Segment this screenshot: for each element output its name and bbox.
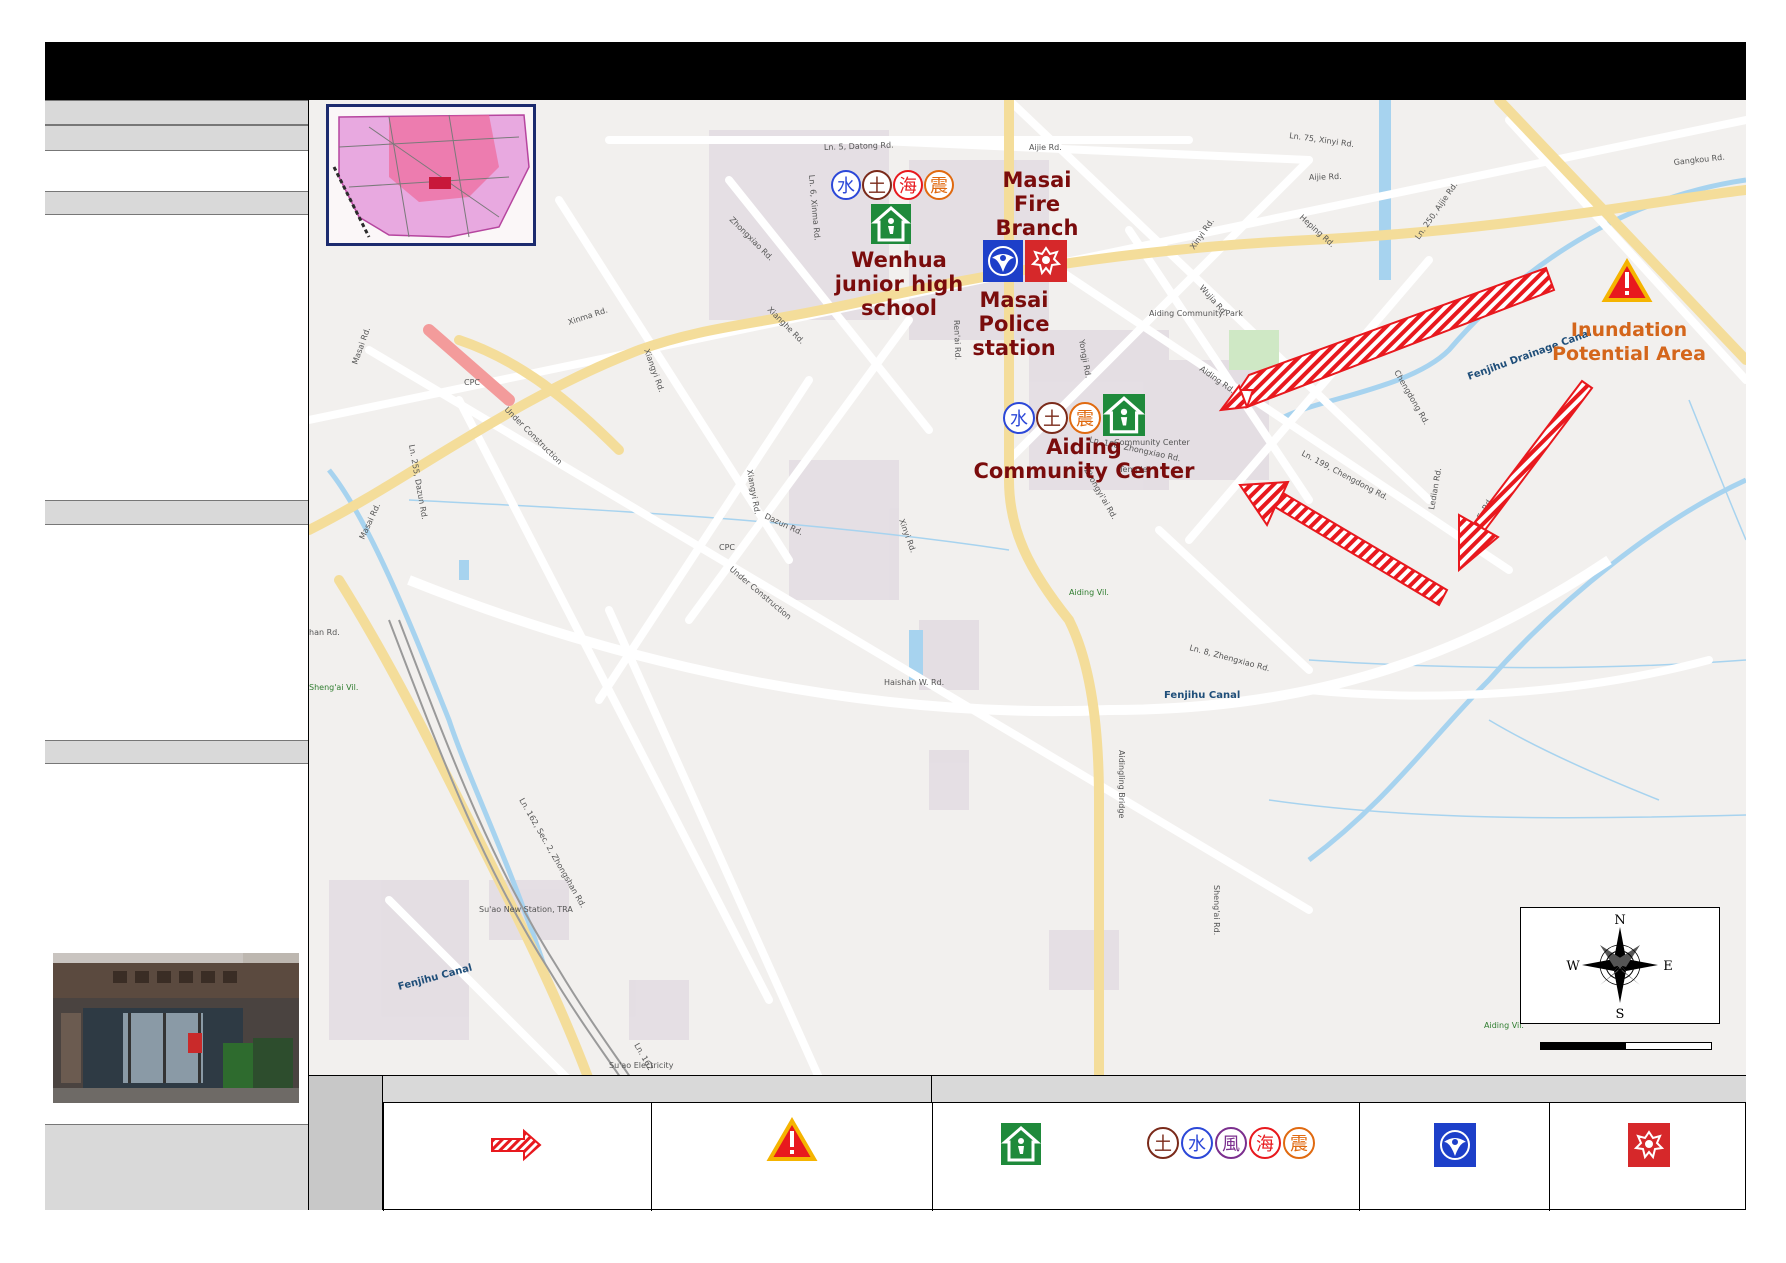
- sidebar-header-4: [45, 500, 308, 525]
- wenhua-label-line-1: Wenhua: [851, 248, 947, 272]
- inset-overview-map: [326, 104, 536, 246]
- legend-fire-icon: [1628, 1123, 1670, 1167]
- wenhua-label: Wenhua junior high school: [829, 248, 969, 320]
- police-label-line-1: Masai: [979, 288, 1049, 312]
- legend-landslide-icon: 土: [1147, 1127, 1179, 1159]
- aiding-label-line-2: Community Center: [973, 459, 1195, 483]
- earthquake-hazard-icon: 震: [924, 170, 954, 200]
- legend-warning-icon: [766, 1117, 818, 1161]
- aiding-label-line-1: Aiding: [1046, 435, 1122, 459]
- sidebar-header-3: [45, 191, 308, 215]
- sidebar-field-1: [45, 151, 308, 191]
- wenhua-shelter-icon: [871, 204, 911, 244]
- inundation-warning-icon: [1601, 258, 1653, 302]
- sidebar-field-3: [45, 525, 308, 740]
- sidebar-header-5: [45, 740, 308, 764]
- legend-water-icon: 水: [1181, 1127, 1213, 1159]
- fire-label-line-3: Branch: [995, 216, 1079, 240]
- legend-panel: 土 水 風 海 震: [309, 1075, 1746, 1211]
- legend-cell-shelter-hazards: 土 水 風 海 震: [932, 1103, 1359, 1211]
- aiding-label: Aiding Community Center: [969, 435, 1199, 483]
- sidebar-header-2: [45, 125, 308, 151]
- aiding-shelter-icon: [1103, 394, 1145, 436]
- legend-cell-warning: [651, 1103, 932, 1211]
- legend-cell-arrow: [383, 1103, 651, 1211]
- wenhua-label-line-3: school: [861, 296, 937, 320]
- tsunami-hazard-icon: 海: [893, 170, 923, 200]
- legend-cell-fire: [1549, 1103, 1746, 1211]
- compass-east: E: [1663, 959, 1673, 974]
- police-label-line-3: station: [972, 336, 1056, 360]
- fire-branch-icon: [1025, 240, 1067, 282]
- inundation-label: Inundation Potential Area: [1544, 318, 1714, 366]
- scale-bar: [1540, 1042, 1712, 1050]
- compass-north: N: [1614, 913, 1625, 928]
- inundation-label-line-1: Inundation: [1570, 319, 1688, 341]
- landslide-hazard-icon: 土: [862, 170, 892, 200]
- inundation-arrow-2: [1238, 480, 1449, 607]
- legend-inundation-arrow-icon: [491, 1128, 542, 1162]
- inundation-arrow-3: [1458, 379, 1594, 573]
- inundation-label-line-2: Potential Area: [1552, 343, 1706, 365]
- legend-cell-police: [1359, 1103, 1549, 1211]
- earthquake-hazard-icon: 震: [1069, 402, 1101, 434]
- legend-hazard-icons: 土 水 風 海 震: [1147, 1127, 1315, 1159]
- water-hazard-icon: 水: [1003, 402, 1035, 434]
- legend-police-icon: [1434, 1123, 1476, 1167]
- legend-shelter-icon: [1001, 1123, 1041, 1165]
- aiding-hazard-icons: 水 土 震: [1003, 402, 1101, 434]
- police-station-icon: [983, 240, 1023, 282]
- info-sidebar: [45, 100, 309, 1210]
- sidebar-footer: [45, 1124, 308, 1210]
- police-label-line-2: Police: [978, 312, 1050, 336]
- wenhua-hazard-icons: 水 土 海 震: [831, 170, 954, 200]
- police-label: Masai Police station: [959, 288, 1069, 360]
- legend-tsunami-icon: 海: [1249, 1127, 1281, 1159]
- fire-label-line-1: Masai: [1002, 168, 1072, 192]
- legend-wind-icon: 風: [1215, 1127, 1247, 1159]
- water-hazard-icon: 水: [831, 170, 861, 200]
- compass-south: S: [1616, 1007, 1625, 1022]
- sidebar-field-2: [45, 215, 308, 500]
- fire-label-line-2: Fire: [1013, 192, 1061, 216]
- landslide-hazard-icon: 土: [1036, 402, 1068, 434]
- legend-header-right: [932, 1076, 1746, 1103]
- legend-earthquake-icon: 震: [1283, 1127, 1315, 1159]
- compass-west: W: [1566, 959, 1580, 974]
- legend-header-left: [383, 1076, 932, 1103]
- community-center-photo: [53, 953, 299, 1103]
- title-bar: [45, 42, 1746, 100]
- wenhua-label-line-2: junior high: [834, 272, 964, 296]
- inundation-arrow-1: [1218, 266, 1556, 412]
- compass-box: N S E W: [1520, 907, 1720, 1024]
- sidebar-header-1: [45, 100, 308, 125]
- legend-header-stub: [309, 1076, 383, 1210]
- fire-label: Masai Fire Branch: [977, 168, 1097, 240]
